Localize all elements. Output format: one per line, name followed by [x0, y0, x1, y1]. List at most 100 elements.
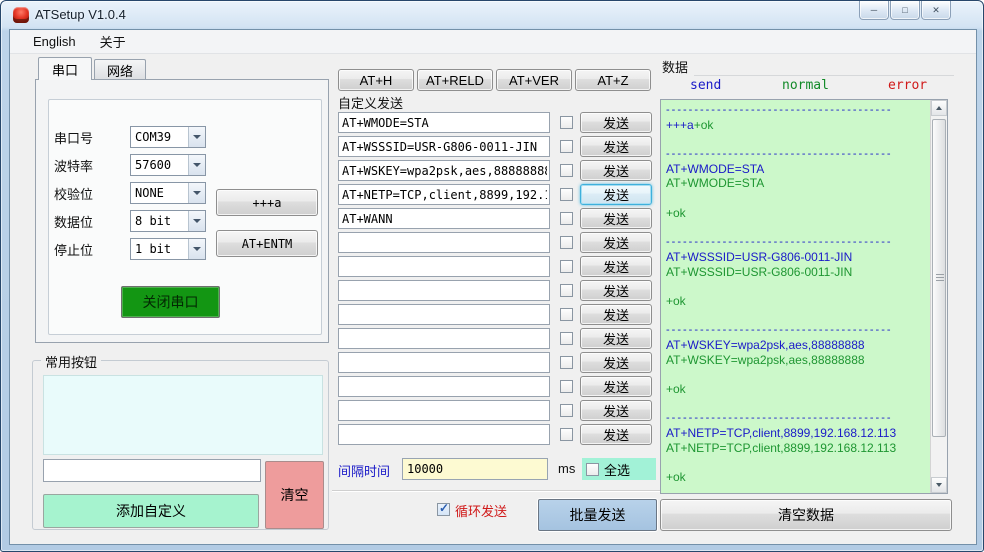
send-button[interactable]: 发送: [580, 256, 652, 277]
data-bits-field: 数据位 8 bit: [54, 210, 206, 232]
clear-button[interactable]: 清空: [265, 461, 324, 529]
command-input[interactable]: [338, 400, 550, 421]
command-input[interactable]: [338, 208, 550, 229]
scrollbar-thumb[interactable]: [932, 119, 946, 437]
command-input[interactable]: [338, 352, 550, 373]
custom-command-row: 发送: [338, 280, 660, 302]
tab-network[interactable]: 网络: [94, 59, 146, 80]
menu-item-english[interactable]: English: [24, 31, 85, 52]
chevron-down-icon: [188, 155, 205, 175]
chevron-down-icon: [188, 127, 205, 147]
send-button[interactable]: 发送: [580, 376, 652, 397]
send-checkbox[interactable]: [560, 188, 573, 201]
data-bits-label: 数据位: [54, 214, 94, 230]
log-line: AT+WMODE=STA: [666, 176, 765, 191]
send-checkbox[interactable]: [560, 380, 573, 393]
log-line: ----------------------------------------: [666, 324, 893, 337]
titlebar[interactable]: ATSetup V1.0.4 ─ □ ✕: [1, 1, 983, 29]
custom-command-row: 发送: [338, 424, 660, 446]
log-line: AT+NETP=TCP,client,8899,192.168.12.113: [666, 440, 897, 455]
data-bits-select[interactable]: 8 bit: [130, 210, 206, 232]
minimize-icon[interactable]: ─: [859, 1, 889, 20]
send-button[interactable]: 发送: [580, 280, 652, 301]
send-checkbox[interactable]: [560, 332, 573, 345]
log-line: ----------------------------------------: [666, 412, 893, 425]
data-title: 数据: [662, 60, 689, 75]
serial-port-select[interactable]: COM39: [130, 126, 206, 148]
command-input[interactable]: [338, 184, 550, 205]
send-checkbox[interactable]: [560, 404, 573, 417]
send-button[interactable]: 发送: [580, 400, 652, 421]
log-line: +++a+ok: [666, 118, 927, 133]
close-serial-button[interactable]: 关闭串口: [121, 286, 220, 318]
select-all-checkbox[interactable]: [586, 462, 599, 476]
scrollbar-up-icon[interactable]: [931, 100, 947, 116]
at-entm-button[interactable]: AT+ENTM: [216, 230, 318, 257]
maximize-icon[interactable]: □: [890, 1, 920, 20]
add-custom-button[interactable]: 添加自定义: [43, 494, 259, 528]
custom-command-row: 发送: [338, 376, 660, 398]
stop-bits-field: 停止位 1 bit: [54, 238, 206, 260]
log-area[interactable]: ----------------------------------------…: [660, 99, 948, 494]
send-button[interactable]: 发送: [580, 184, 652, 205]
send-checkbox[interactable]: [560, 308, 573, 321]
clear-data-button[interactable]: 清空数据: [660, 499, 952, 531]
send-checkbox[interactable]: [560, 284, 573, 297]
command-input[interactable]: [338, 304, 550, 325]
select-all-label: 全选: [604, 462, 631, 478]
send-button[interactable]: 发送: [580, 136, 652, 157]
serial-port-value: COM39: [135, 130, 172, 144]
interval-label: 间隔时间: [338, 464, 391, 479]
log-content: ----------------------------------------…: [666, 103, 927, 491]
command-input[interactable]: [338, 280, 550, 301]
batch-send-button[interactable]: 批量发送: [538, 499, 657, 531]
command-input[interactable]: [338, 256, 550, 277]
send-checkbox[interactable]: [560, 428, 573, 441]
log-line: +ok: [666, 293, 686, 308]
app-icon: [13, 7, 29, 23]
send-checkbox[interactable]: [560, 356, 573, 369]
parity-select[interactable]: NONE: [130, 182, 206, 204]
menu-item-about[interactable]: 关于: [91, 29, 135, 54]
interval-unit: ms: [558, 461, 576, 476]
common-command-input[interactable]: [43, 459, 261, 482]
log-scrollbar[interactable]: [930, 100, 947, 493]
send-button[interactable]: 发送: [580, 208, 652, 229]
log-line: AT+WSSSID=USR-G806-0011-JIN: [666, 264, 853, 279]
log-line: AT+WMODE=STA: [666, 161, 765, 176]
send-button[interactable]: 发送: [580, 304, 652, 325]
send-checkbox[interactable]: [560, 260, 573, 273]
command-input[interactable]: [338, 232, 550, 253]
command-input[interactable]: [338, 328, 550, 349]
plus-a-button[interactable]: +++a: [216, 189, 318, 216]
send-checkbox[interactable]: [560, 236, 573, 249]
tab-serial[interactable]: 串口: [38, 57, 92, 80]
scrollbar-down-icon[interactable]: [931, 477, 947, 493]
log-line: ----------------------------------------: [666, 236, 893, 249]
send-button[interactable]: 发送: [580, 352, 652, 373]
custom-command-row: 发送: [338, 256, 660, 278]
send-checkbox[interactable]: [560, 164, 573, 177]
log-line: ----------------------------------------: [666, 148, 893, 161]
send-checkbox[interactable]: [560, 116, 573, 129]
log-line: +ok: [666, 205, 686, 220]
command-input[interactable]: [338, 160, 550, 181]
send-checkbox[interactable]: [560, 140, 573, 153]
send-button[interactable]: 发送: [580, 232, 652, 253]
send-button[interactable]: 发送: [580, 328, 652, 349]
thumb-grip-icon: [936, 274, 944, 282]
custom-command-row: 发送: [338, 184, 660, 206]
send-button[interactable]: 发送: [580, 112, 652, 133]
send-checkbox[interactable]: [560, 212, 573, 225]
command-input[interactable]: [338, 424, 550, 445]
baud-rate-select[interactable]: 57600: [130, 154, 206, 176]
close-icon[interactable]: ✕: [921, 1, 951, 20]
interval-input[interactable]: [402, 458, 548, 480]
send-button[interactable]: 发送: [580, 160, 652, 181]
command-input[interactable]: [338, 376, 550, 397]
command-input[interactable]: [338, 112, 550, 133]
send-button[interactable]: 发送: [580, 424, 652, 445]
command-input[interactable]: [338, 136, 550, 157]
stop-bits-select[interactable]: 1 bit: [130, 238, 206, 260]
loop-send-checkbox[interactable]: [437, 501, 450, 516]
